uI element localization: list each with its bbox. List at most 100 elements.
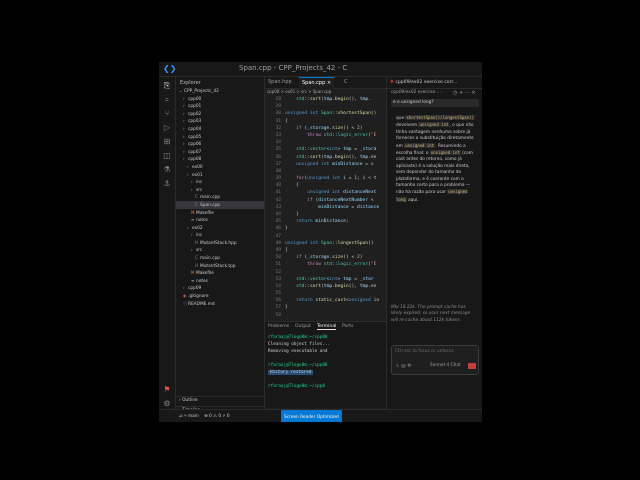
code-line[interactable]: 58 [265, 312, 386, 319]
tree-folder[interactable]: › ex00 [176, 163, 264, 171]
tab-span-cpp[interactable]: Span.cpp × [299, 77, 335, 89]
code-view[interactable]: 28 std::sort(tmp.begin(), tmp. 29 30 unsign… [265, 96, 386, 319]
code-line[interactable]: 45 return minDistance; [265, 218, 386, 225]
code-line[interactable]: 52 [265, 269, 386, 276]
code-line[interactable]: 41 unsigned int distanceNext [265, 189, 386, 196]
tab-problems[interactable]: Problems [268, 324, 289, 329]
screen-reader-button[interactable]: Screen Reader Optimized [281, 410, 342, 422]
new-chat-icon[interactable]: + [459, 90, 463, 96]
tree-file[interactable]: ⓘREADME.md [176, 300, 264, 308]
code-line[interactable]: 51 throw std::logic_error("E [265, 261, 386, 268]
tree-folder[interactable]: › cpp07 [176, 148, 264, 156]
tree-folder[interactable]: › cpp00 [176, 95, 264, 103]
history-icon[interactable]: ◷ [453, 90, 457, 96]
run-debug-icon[interactable]: ▷ [159, 123, 175, 137]
explorer-icon[interactable]: ⎘ [159, 81, 175, 95]
search-icon[interactable]: ⌕ [159, 95, 175, 109]
branch-icon[interactable]: ⑂ [184, 414, 187, 419]
code-line[interactable]: 40 { [265, 182, 386, 189]
tree-file[interactable]: Cmain.cpp [176, 193, 264, 201]
tree-folder[interactable]: › cpp08 [176, 155, 264, 163]
tree-file[interactable]: M Makefile [176, 269, 264, 277]
code-line[interactable]: 46} [265, 225, 386, 232]
code-line[interactable]: 57} [265, 304, 386, 311]
tree-file[interactable]: C Span.cpp [176, 200, 264, 209]
code-line[interactable]: 35 std::vector<int> tmp = _stora [265, 146, 386, 153]
code-line[interactable]: 48 unsigned int Span::longestSpan() [265, 240, 386, 247]
code-line[interactable]: 47 [265, 233, 386, 240]
tree-folder[interactable]: › cpp09 [176, 284, 264, 292]
chat-input[interactable]: Ctrl esc to focus or unfocus ＋ @ ⚒ Sonne… [391, 345, 479, 375]
code-line[interactable]: 54 std::sort(tmp.begin(), tmp.en [265, 283, 386, 290]
code-line[interactable]: 43 minDistance = distance [265, 204, 386, 211]
tab-span-hpp[interactable]: Span.hpp [265, 77, 295, 88]
docker-icon[interactable]: ⚓ [159, 179, 175, 193]
tree-file[interactable]: ◆ .gitignore [176, 292, 264, 300]
tree-file[interactable]: ≡ notes [176, 277, 264, 285]
code-line[interactable]: 53 std::vector<int> tmp = _stor [265, 276, 386, 283]
code-line[interactable]: 28 std::sort(tmp.begin(), tmp. [265, 96, 386, 103]
code-text: std::vector<int> tmp = _stora [296, 147, 377, 153]
code-line[interactable]: 50 if (_storage.size() < 2) [265, 254, 386, 261]
tab-ports[interactable]: Ports [342, 324, 354, 329]
tree-folder[interactable]: › inc [176, 178, 264, 186]
code-line[interactable]: 36 std::sort(tmp.begin(), tmp.en [265, 154, 386, 161]
outline-section[interactable]: › Outline [176, 396, 264, 405]
close-icon[interactable]: × [471, 90, 475, 96]
tree-folder[interactable]: › src [176, 246, 264, 254]
tree-folder[interactable]: › cpp04 [176, 125, 264, 133]
code-line[interactable]: 42 if (distanceNextNumber < [265, 197, 386, 204]
chat-title[interactable]: cpp09/ex02 exercise corr... [395, 80, 457, 85]
remote-icon[interactable]: ⇌ [179, 414, 183, 419]
tree-file[interactable]: H MutantStack.hpp [176, 239, 264, 247]
tree-root[interactable]: ⌄ CPP_Projects_42 [176, 87, 264, 95]
tools-icon[interactable]: ⚒ [407, 364, 411, 369]
tree-folder[interactable]: › ex01 [176, 171, 264, 179]
mention-icon[interactable]: @ [401, 364, 406, 369]
code-line[interactable]: 49 { [265, 247, 386, 254]
error-icon[interactable]: ⊗ [204, 414, 208, 419]
source-control-icon[interactable]: ⑂ [159, 109, 175, 123]
more-icon[interactable]: ⋯ [465, 90, 470, 96]
attach-icon[interactable]: ＋ [395, 364, 400, 369]
tab-terminal[interactable]: Terminal [317, 324, 337, 330]
warning-icon[interactable]: ⚠ [213, 414, 217, 419]
send-button[interactable] [468, 363, 476, 369]
account-icon[interactable]: ⚑ [159, 385, 175, 399]
code-line[interactable]: 29 [265, 103, 386, 110]
tree-folder[interactable]: › cpp02 [176, 110, 264, 118]
tree-folder[interactable]: › cpp01 [176, 102, 264, 110]
code-line[interactable]: 31 { [265, 118, 386, 125]
code-line[interactable]: 55 [265, 290, 386, 297]
tree-file[interactable]: ≡ notes [176, 216, 264, 224]
code-line[interactable]: 33 throw std::logic_error("E [265, 132, 386, 139]
tree-folder[interactable]: › src [176, 186, 264, 194]
tree-folder[interactable]: › cpp05 [176, 133, 264, 141]
tree-folder[interactable]: › cpp03 [176, 117, 264, 125]
code-line[interactable]: 37 unsigned int minDistance = s [265, 161, 386, 168]
tab-c[interactable]: C [341, 77, 351, 88]
remote-icon[interactable]: ◫ [159, 151, 175, 165]
code-line[interactable]: 38 [265, 168, 386, 175]
code-line[interactable]: 39 for(unsigned int i = 1; i < t [265, 175, 386, 182]
model-selector[interactable]: Sonnet 4 Chat [430, 363, 461, 368]
code-line[interactable]: 30 unsigned int Span::shortestSpan() [265, 110, 386, 117]
tree-file[interactable]: H MutantStack.tpp [176, 262, 264, 270]
code-line[interactable]: 56 return static_cast<unsigned in [265, 297, 386, 304]
tree-item-label: cpp00 [188, 96, 202, 102]
tree-folder[interactable]: › ex02 [176, 224, 264, 232]
testing-icon[interactable]: ⚗ [159, 165, 175, 179]
close-icon[interactable]: × [327, 80, 331, 86]
tree-folder[interactable]: › cpp06 [176, 140, 264, 148]
tree-file[interactable]: Cmain.cpp [176, 254, 264, 262]
code-line[interactable]: 32 if (_storage.size() < 2) [265, 125, 386, 132]
ports-icon[interactable]: ⚡ [223, 414, 226, 419]
tree-file[interactable]: M Makefile [176, 209, 264, 217]
branch-name[interactable]: main [188, 414, 199, 419]
code-line[interactable]: 44 } [265, 211, 386, 218]
extensions-icon[interactable]: ⊞ [159, 137, 175, 151]
breadcrumb[interactable]: cpp08 > ex01 > src > Span.cpp [267, 89, 331, 94]
tab-output[interactable]: Output [295, 324, 311, 329]
tree-folder[interactable]: › inc [176, 231, 264, 239]
code-line[interactable]: 34 [265, 139, 386, 146]
